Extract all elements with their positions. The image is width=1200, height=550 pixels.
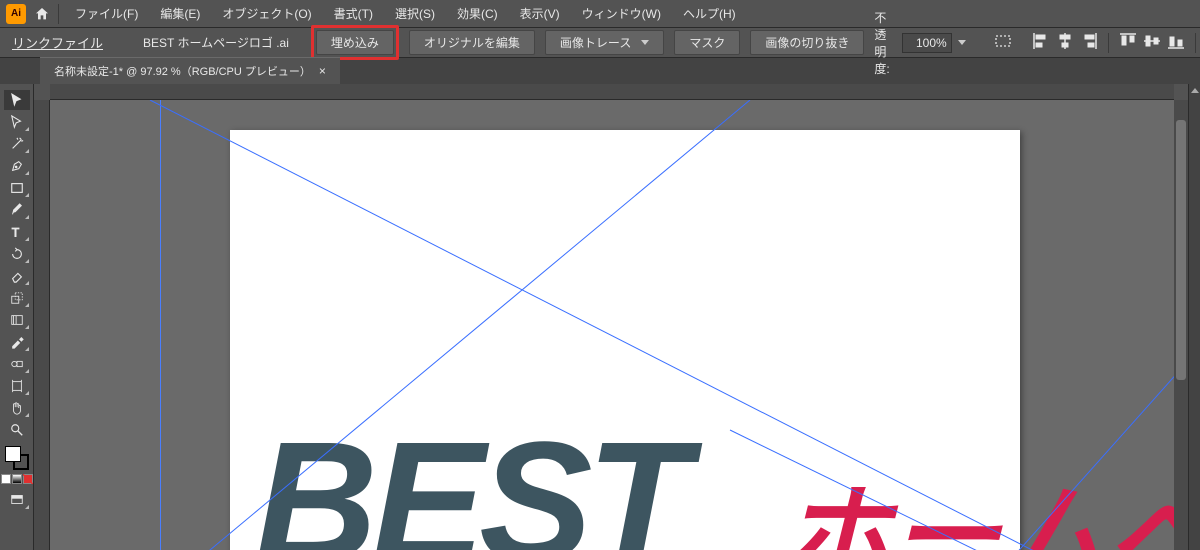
fill-stroke-swatch[interactable] <box>5 446 29 470</box>
ruler-horizontal[interactable] <box>50 84 1174 100</box>
opacity-input[interactable] <box>902 33 952 53</box>
close-icon[interactable]: × <box>319 64 326 78</box>
zoom-tool[interactable] <box>4 420 30 440</box>
mask-button[interactable]: マスク <box>674 30 740 55</box>
hand-tool[interactable] <box>4 398 30 418</box>
menu-help[interactable]: ヘルプ(H) <box>673 1 746 26</box>
document-tab[interactable]: 名称未設定-1* @ 97.92 %（RGB/CPU プレビュー） × <box>40 57 340 84</box>
selection-tool[interactable] <box>4 90 30 110</box>
type-tool[interactable]: T <box>4 222 30 242</box>
blend-tool[interactable] <box>4 354 30 374</box>
tools-panel: T <box>0 84 34 550</box>
home-icon[interactable] <box>32 4 52 24</box>
crop-image-button[interactable]: 画像の切り抜き <box>750 30 864 55</box>
align-vcenter-icon[interactable] <box>1143 32 1161 53</box>
magic-wand-tool[interactable] <box>4 134 30 154</box>
canvas[interactable]: BEST ホームペ <box>50 100 1174 550</box>
guide-vertical[interactable] <box>160 100 161 550</box>
document-tab-title: 名称未設定-1* @ 97.92 %（RGB/CPU プレビュー） <box>54 63 311 79</box>
logo-text-best[interactable]: BEST <box>255 407 703 550</box>
fill-swatch[interactable] <box>5 446 21 462</box>
menubar: Ai ファイル(F) 編集(E) オブジェクト(O) 書式(T) 選択(S) 効… <box>0 0 1200 28</box>
menu-view[interactable]: 表示(V) <box>510 1 570 26</box>
embed-button[interactable]: 埋め込み <box>316 30 394 55</box>
menu-format[interactable]: 書式(T) <box>324 1 383 26</box>
svg-text:T: T <box>11 225 19 239</box>
align-top-icon[interactable] <box>1119 32 1137 53</box>
transform-panel-icon[interactable] <box>994 32 1012 53</box>
gradient-tool[interactable] <box>4 310 30 330</box>
artboard-tool[interactable] <box>4 376 30 396</box>
artboard[interactable]: BEST ホームペ <box>230 130 1020 550</box>
paintbrush-tool[interactable] <box>4 200 30 220</box>
eraser-tool[interactable] <box>4 266 30 286</box>
divider <box>58 4 59 24</box>
app-icon[interactable]: Ai <box>6 4 26 24</box>
menu-object[interactable]: オブジェクト(O) <box>212 1 321 26</box>
align-hcenter-icon[interactable] <box>1056 32 1074 53</box>
eyedropper-tool[interactable] <box>4 332 30 352</box>
align-right-icon[interactable] <box>1080 32 1098 53</box>
tutorial-highlight: 埋め込み <box>311 25 399 60</box>
direct-selection-tool[interactable] <box>4 112 30 132</box>
image-trace-button[interactable]: 画像トレース <box>545 30 664 55</box>
menu-edit[interactable]: 編集(E) <box>150 1 210 26</box>
screen-mode-tool[interactable] <box>4 490 30 510</box>
divider <box>1108 33 1109 53</box>
menu-effect[interactable]: 効果(C) <box>447 1 508 26</box>
scale-tool[interactable] <box>4 288 30 308</box>
align-left-icon[interactable] <box>1032 32 1050 53</box>
color-mode-icons[interactable] <box>1 474 33 484</box>
divider <box>1195 33 1196 53</box>
opacity-group: 不透明度: <box>874 9 965 77</box>
menu-file[interactable]: ファイル(F) <box>65 1 148 26</box>
rotate-tool[interactable] <box>4 244 30 264</box>
link-file-label[interactable]: リンクファイル <box>12 33 103 52</box>
opacity-label: 不透明度: <box>874 9 895 77</box>
workarea: T BEST ホームペ <box>0 84 1200 550</box>
edit-original-button[interactable]: オリジナルを編集 <box>409 30 535 55</box>
menu-window[interactable]: ウィンドウ(W) <box>572 1 671 26</box>
pen-tool[interactable] <box>4 156 30 176</box>
panel-dock[interactable] <box>1188 84 1200 550</box>
document-tabbar: 名称未設定-1* @ 97.92 %（RGB/CPU プレビュー） × <box>0 58 1200 84</box>
scrollbar-vertical[interactable] <box>1174 100 1188 550</box>
scrollbar-thumb[interactable] <box>1176 120 1186 380</box>
ruler-vertical[interactable] <box>34 100 50 550</box>
control-bar: リンクファイル BEST ホームページロゴ .ai 埋め込み オリジナルを編集 … <box>0 28 1200 58</box>
logo-text-jp[interactable]: ホームペ <box>780 476 1174 550</box>
align-icons: X: <box>1032 32 1200 53</box>
rectangle-tool[interactable] <box>4 178 30 198</box>
linked-filename: BEST ホームページロゴ .ai <box>143 34 289 51</box>
chevron-down-icon[interactable] <box>958 34 966 52</box>
align-bottom-icon[interactable] <box>1167 32 1185 53</box>
menu-select[interactable]: 選択(S) <box>385 1 445 26</box>
canvas-wrap: BEST ホームペ <box>34 84 1188 550</box>
